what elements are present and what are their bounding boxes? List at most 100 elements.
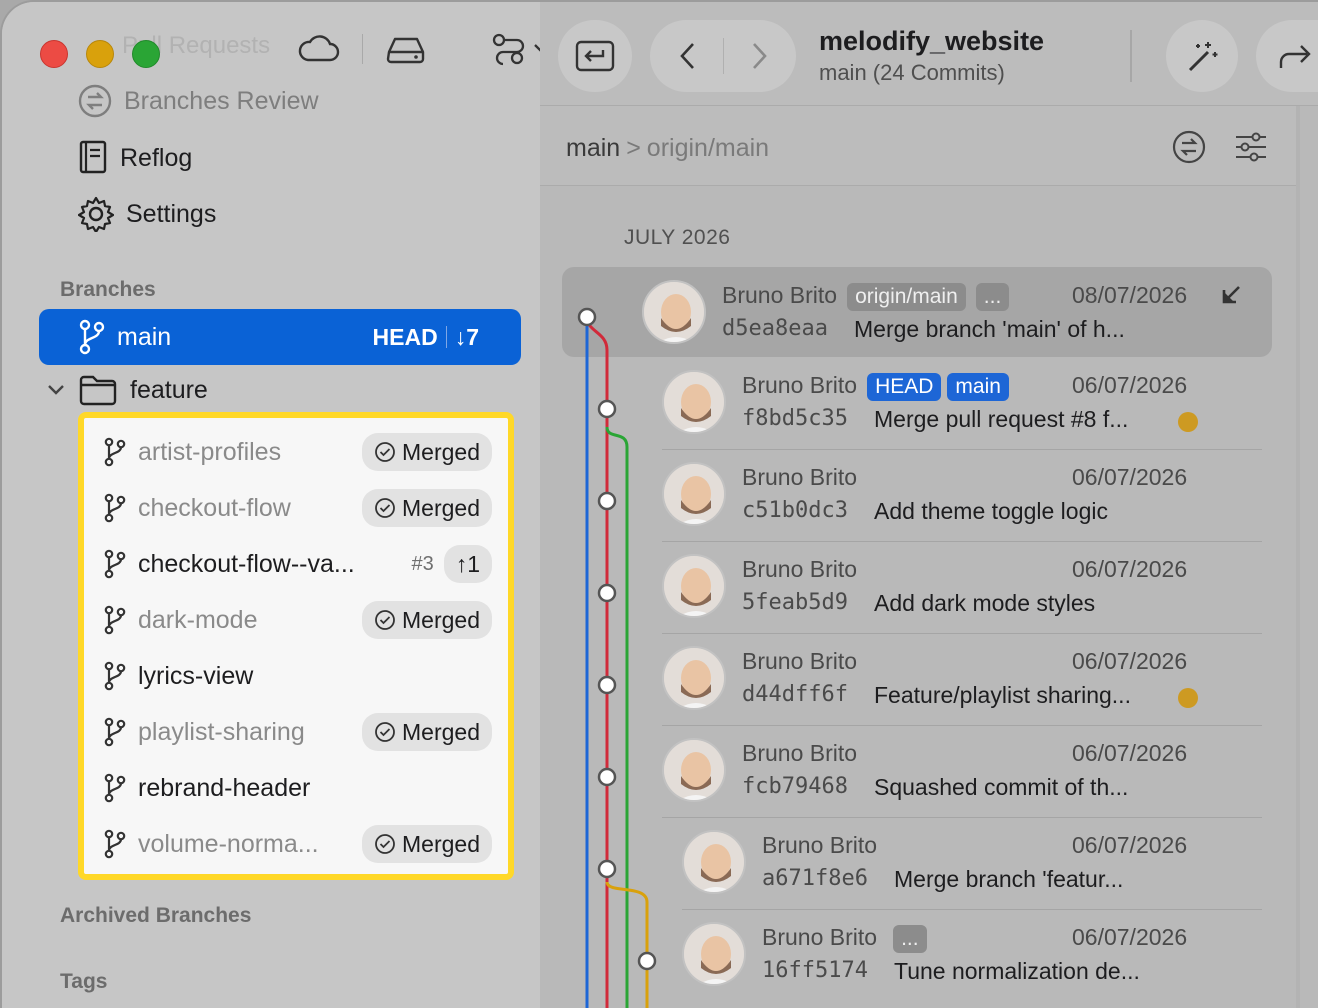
commit-row[interactable]: Bruno Brito 06/07/2026 5feab5d9 Add dark… (662, 542, 1262, 634)
tag-main[interactable]: main (947, 373, 1009, 401)
status-dot (1178, 688, 1198, 708)
app-window: Pull Requests Branches Review Reflog Set… (0, 0, 1318, 1008)
ahead-badge: ↑1 (443, 545, 492, 583)
branch-row-checkout-flow[interactable]: checkout-flow Merged (104, 480, 492, 536)
branch-icon (104, 549, 126, 579)
close-window-button[interactable] (40, 40, 68, 68)
zoom-window-button[interactable] (132, 40, 160, 68)
window-controls (40, 40, 160, 68)
commit-message: Add dark mode styles (874, 590, 1096, 616)
author-avatar (662, 462, 726, 526)
commit-author: Bruno Brito (742, 464, 858, 490)
commit-row[interactable]: Bruno Brito 06/07/2026 fcb79468 Squashed… (662, 726, 1262, 818)
commit-date: 06/07/2026 (1072, 464, 1188, 490)
commit-author: Bruno Brito (742, 648, 858, 674)
cloud-icon[interactable] (298, 34, 340, 64)
branch-icon (104, 437, 126, 467)
badge-label: Merged (402, 830, 480, 857)
commit-sha: 16ff5174 (762, 958, 868, 983)
commit-author: Bruno Brito (722, 282, 838, 308)
commit-message: Feature/playlist sharing... (874, 682, 1131, 708)
minimize-window-button[interactable] (86, 40, 114, 68)
commit-node (577, 307, 597, 327)
commit-row[interactable]: Bruno Brito origin/main... 08/07/2026 d5e… (642, 268, 1262, 360)
commit-row[interactable]: Bruno Brito 06/07/2026 d44dff6f Feature/… (662, 634, 1262, 726)
branch-row-playlist-sharing[interactable]: playlist-sharing Merged (104, 704, 492, 760)
status-dot (1178, 412, 1198, 432)
branch-row-dark-mode[interactable]: dark-mode Merged (104, 592, 492, 648)
commit-row[interactable]: Bruno Brito 06/07/2026 a671f8e6 Merge br… (682, 818, 1262, 910)
branch-icon (104, 829, 126, 859)
branch-label: lyrics-view (138, 661, 254, 690)
behind-count: ↓7 (454, 323, 479, 350)
branch-label: volume-norma... (138, 829, 319, 858)
branch-label: artist-profiles (138, 437, 282, 466)
commit-date: 06/07/2026 (1072, 556, 1188, 582)
commit-sha: d44dff6f (742, 682, 848, 707)
commit-date: 06/07/2026 (1072, 372, 1188, 398)
tag-more[interactable]: ... (893, 925, 927, 953)
commit-author-with-tags: Bruno Brito... (762, 924, 927, 953)
commit-node (597, 859, 617, 879)
commit-row[interactable]: Bruno Brito 06/07/2026 c51b0dc3 Add them… (662, 450, 1262, 542)
commit-date: 08/07/2026 (1072, 282, 1188, 308)
commit-node (637, 951, 657, 971)
arrow-down-left-icon[interactable] (1220, 284, 1242, 306)
sidebar: Pull Requests Branches Review Reflog Set… (2, 2, 546, 1008)
pull-request-number[interactable]: #3 (411, 553, 433, 576)
branch-row-rebrand-header[interactable]: rebrand-header (104, 760, 492, 816)
commit-message: Tune normalization de... (894, 958, 1140, 984)
commit-node (597, 767, 617, 787)
commit-author: Bruno Brito (742, 556, 858, 582)
author-avatar (662, 370, 726, 434)
sidebar-item-settings[interactable]: Settings (78, 196, 216, 232)
commit-message: Merge branch 'main' of h... (854, 316, 1125, 342)
toolbar-separator (362, 34, 363, 64)
badge-label: Merged (402, 606, 480, 633)
lane-red (585, 316, 609, 1008)
commit-node (597, 675, 617, 695)
branches-section-title[interactable]: Branches (60, 278, 156, 302)
commit-author: Bruno Brito (762, 832, 878, 858)
sidebar-item-reflog[interactable]: Reflog (78, 140, 192, 176)
sidebar-item-label: Reflog (120, 143, 193, 172)
tag-more[interactable]: ... (975, 283, 1010, 311)
sidebar-branch-main[interactable]: main HEAD ↓7 (39, 309, 521, 365)
commit-author: Bruno Brito (762, 924, 878, 950)
branch-row-artist-profiles[interactable]: artist-profiles Merged (104, 424, 492, 480)
commit-row[interactable]: Bruno Brito... 06/07/2026 16ff5174 Tune … (682, 910, 1262, 1002)
drive-icon[interactable] (385, 34, 427, 64)
branch-icon (104, 661, 126, 691)
branch-icon (104, 717, 126, 747)
sidebar-item-branches-review[interactable]: Branches Review (78, 84, 319, 118)
commit-node (597, 583, 617, 603)
commit-node (597, 399, 617, 419)
check-circle-icon (375, 610, 395, 630)
archived-branches-section-title[interactable]: Archived Branches (60, 904, 251, 928)
tag-head[interactable]: HEAD (867, 373, 942, 401)
branch-row-volume-normalization[interactable]: volume-norma... Merged (104, 816, 492, 872)
merged-badge: Merged (362, 433, 492, 471)
commit-row[interactable]: Bruno Brito HEAD main 06/07/2026 f8bd5c35 … (662, 358, 1262, 450)
branch-icon (104, 773, 126, 803)
sidebar-toolbar (298, 32, 549, 66)
commit-sha: c51b0dc3 (742, 498, 848, 523)
commit-sha: a671f8e6 (762, 866, 868, 891)
branch-row-lyrics-view[interactable]: lyrics-view (104, 648, 492, 704)
folder-feature[interactable]: feature (46, 374, 208, 406)
tag-origin-main[interactable]: origin/main (847, 283, 966, 311)
author-avatar (662, 646, 726, 710)
commit-date: 06/07/2026 (1072, 648, 1188, 674)
author-avatar (662, 738, 726, 802)
check-circle-icon (375, 442, 395, 462)
commit-date: 06/07/2026 (1072, 832, 1188, 858)
branch-icon (104, 605, 126, 635)
branch-row-checkout-flow-variant[interactable]: checkout-flow--va... #3 ↑1 (104, 536, 492, 592)
head-badge: HEAD ↓7 (373, 324, 479, 351)
author-avatar (682, 830, 746, 894)
author-avatar (642, 280, 706, 344)
commit-date: 06/07/2026 (1072, 740, 1188, 766)
tags-section-title[interactable]: Tags (60, 970, 107, 994)
sync-arrows-icon (78, 84, 112, 118)
chevron-down-icon[interactable] (46, 383, 66, 397)
